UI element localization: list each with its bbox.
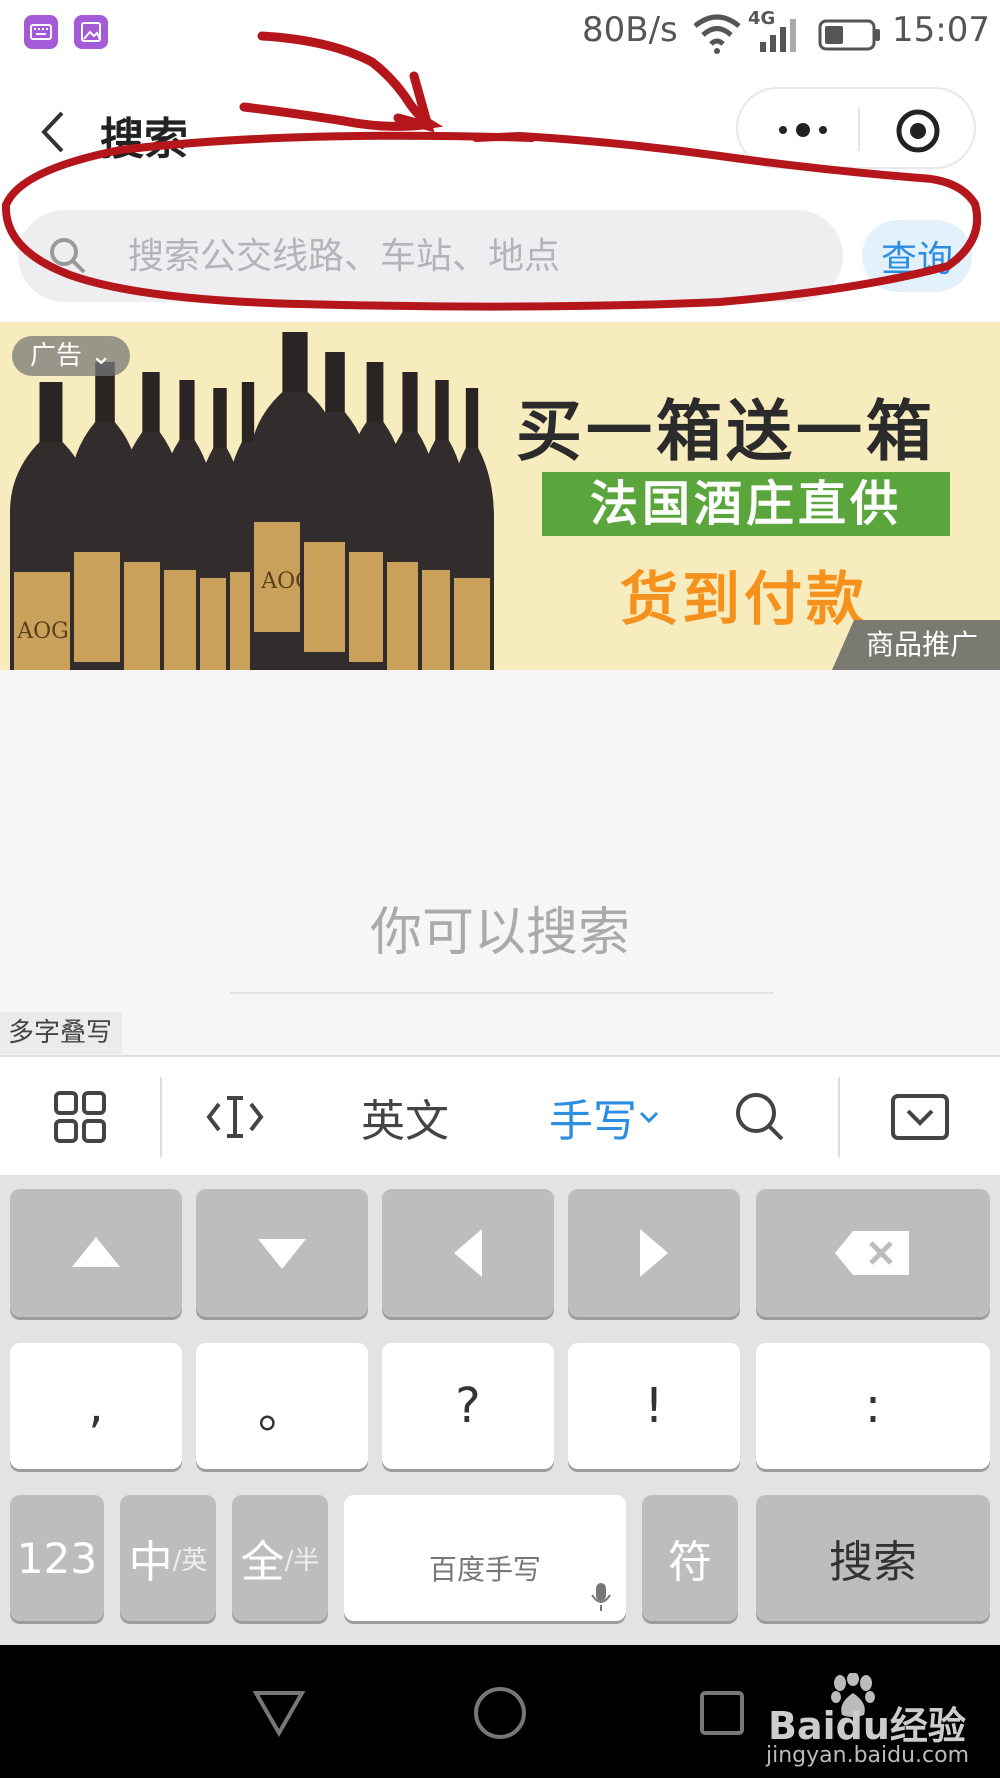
capsule-divider — [858, 107, 860, 151]
ad-headline: 买一箱送一箱 — [516, 393, 936, 470]
left-arrow-icon — [454, 1229, 482, 1277]
wifi-icon — [693, 14, 741, 54]
network-speed: 80B/s — [582, 10, 678, 50]
query-button[interactable]: 查询 — [862, 220, 972, 292]
microphone-icon[interactable] — [590, 1581, 612, 1613]
cursor-move-icon[interactable] — [190, 1057, 280, 1177]
keyboard-app-icon — [24, 15, 58, 49]
nav-home-icon[interactable] — [472, 1685, 528, 1741]
keyboard-search-icon[interactable] — [720, 1057, 800, 1177]
search-icon — [50, 238, 86, 274]
space-key[interactable]: 百度手写 — [344, 1495, 626, 1621]
down-arrow-icon — [258, 1239, 306, 1269]
signal-icon — [760, 19, 796, 52]
nav-recent-icon[interactable] — [698, 1689, 746, 1737]
ad-orange-line: 货到付款 — [620, 565, 869, 633]
content-area: 你可以搜索 — [0, 670, 1000, 1055]
wine-bottle — [450, 388, 494, 670]
status-bar: 80B/s 4G 15:07 — [0, 0, 1000, 70]
english-mode-button[interactable]: 英文 — [340, 1057, 470, 1177]
ad-tag-label: 广告 — [30, 341, 83, 371]
battery-icon — [818, 19, 880, 51]
search-box[interactable] — [18, 210, 843, 302]
search-hint: 你可以搜索 — [369, 903, 630, 963]
page-title: 搜索 — [100, 114, 188, 165]
down-arrow-key[interactable] — [196, 1189, 368, 1317]
exclamation-key[interactable]: ! — [568, 1343, 740, 1469]
space-label: 百度手写 — [428, 1553, 541, 1586]
apps-grid-icon[interactable] — [30, 1057, 130, 1177]
clock: 15:07 — [892, 10, 990, 50]
hint-divider — [230, 992, 774, 994]
header: 搜索 查询 — [0, 70, 1000, 302]
right-arrow-icon — [640, 1229, 668, 1277]
ad-promo-label: 商品推广 — [832, 620, 1000, 670]
search-input[interactable] — [128, 234, 778, 278]
symbols-key[interactable]: 符 — [642, 1495, 738, 1621]
close-miniprogram-icon[interactable] — [894, 107, 942, 155]
full-label: 全 — [240, 1537, 285, 1588]
nav-back-icon[interactable] — [252, 1689, 306, 1737]
handwrite-mode-button[interactable]: 手写 — [530, 1057, 680, 1177]
chevron-down-icon: ⌄ — [82, 341, 113, 371]
keyboard-toolbar: 英文 手写 — [0, 1055, 1000, 1175]
ad-tag[interactable]: 广告 ⌄ — [12, 336, 130, 376]
keyboard-search-key[interactable]: 搜索 — [756, 1495, 990, 1621]
backspace-key[interactable] — [756, 1189, 990, 1317]
colon-key[interactable]: : — [756, 1343, 990, 1469]
ad-green-line: 法国酒庄直供 — [542, 472, 950, 536]
en-sub-label: /英 — [172, 1545, 208, 1576]
gallery-app-icon — [74, 15, 108, 49]
keyboard: , 。 ? ! : 123 中/英 全/半 百度手写 符 搜索 — [0, 1175, 1000, 1645]
toolbar-divider — [838, 1077, 840, 1157]
right-arrow-key[interactable] — [568, 1189, 740, 1317]
watermark-url: jingyan.baidu.com — [766, 1743, 970, 1768]
multi-char-handwriting[interactable]: 多字叠写 — [0, 1012, 122, 1054]
chevron-down-icon — [639, 1111, 659, 1124]
more-icon[interactable] — [768, 113, 838, 147]
period-key[interactable]: 。 — [196, 1343, 368, 1469]
zh-label: 中 — [128, 1537, 173, 1588]
half-sub-label: /半 — [284, 1545, 320, 1576]
handwrite-label: 手写 — [549, 1096, 637, 1147]
question-key[interactable]: ? — [382, 1343, 554, 1469]
full-half-toggle-key[interactable]: 全/半 — [232, 1495, 328, 1621]
up-arrow-icon — [72, 1237, 120, 1267]
watermark-brand: Baidu经验 — [768, 1704, 966, 1748]
up-arrow-key[interactable] — [10, 1189, 182, 1317]
back-icon[interactable] — [34, 107, 74, 157]
hide-keyboard-icon[interactable] — [880, 1057, 960, 1177]
ad-banner[interactable]: AOGE AOGE 广告 ⌄ 买一箱送一箱 法国酒庄直供 货到付款 商品推广 — [0, 322, 1000, 670]
comma-key[interactable]: , — [10, 1343, 182, 1469]
left-arrow-key[interactable] — [382, 1189, 554, 1317]
navigation-bar: Baidu经验 jingyan.baidu.com — [0, 1645, 1000, 1778]
mini-program-capsule — [736, 87, 976, 169]
toolbar-divider — [160, 1077, 162, 1157]
zh-en-toggle-key[interactable]: 中/英 — [120, 1495, 216, 1621]
numbers-key[interactable]: 123 — [10, 1495, 104, 1621]
backspace-icon — [835, 1231, 909, 1275]
